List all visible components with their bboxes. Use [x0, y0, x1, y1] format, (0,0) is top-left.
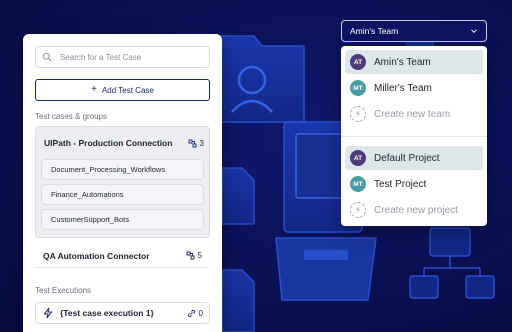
user-folder-icon [213, 35, 305, 123]
group-header[interactable]: UIPath - Production Connection 3 [44, 138, 204, 148]
list-item[interactable]: Document_Processing_Workflows [41, 159, 204, 180]
avatar: AT [350, 54, 366, 70]
search-box[interactable] [35, 46, 210, 68]
menu-divider [341, 136, 487, 137]
menu-item-label: Default Project [374, 152, 440, 164]
hierarchy-icon [409, 227, 495, 299]
bolt-icon [43, 307, 53, 319]
execution-name: {Test case execution 1} [60, 308, 154, 318]
menu-item-label: Amin's Team [374, 56, 431, 68]
menu-item-label: Miller's Team [374, 82, 432, 94]
document-icon [221, 167, 255, 332]
group-count-value: 5 [197, 251, 202, 260]
execution-item[interactable]: {Test case execution 1} 0 [35, 302, 210, 324]
groups-section-label: Test cases & groups [35, 112, 108, 121]
list-item[interactable]: Finance_Automations [41, 184, 204, 205]
menu-item-create-team[interactable]: + Create new team [345, 102, 483, 126]
execution-count-value: 0 [198, 308, 203, 318]
menu-item-create-project[interactable]: + Create new project [345, 198, 483, 222]
menu-item-project-default[interactable]: AT Default Project [345, 146, 483, 170]
menu-item-label: Create new team [374, 108, 451, 120]
test-cases-icon [188, 139, 196, 147]
team-dropdown-menu: AT Amin's Team MT Miller's Team + Create… [341, 46, 487, 226]
search-input[interactable] [60, 52, 209, 62]
avatar: AT [350, 150, 366, 166]
group-name: UIPath - Production Connection [44, 138, 173, 148]
add-test-case-label: Add Test Case [101, 85, 154, 95]
link-icon [187, 309, 195, 317]
team-select[interactable]: Amin's Team [341, 20, 487, 42]
menu-item-label: Test Project [374, 178, 427, 190]
menu-item-project-test[interactable]: MT Test Project [345, 172, 483, 196]
team-select-value: Amin's Team [350, 26, 399, 36]
test-cases-panel: + Add Test Case Test cases & groups UIPa… [23, 34, 222, 332]
menu-item-label: Create new project [374, 204, 458, 216]
list-item[interactable]: CustomerSupport_Bots [41, 209, 204, 230]
group-uipath-production[interactable]: UIPath - Production Connection 3 Documen… [35, 126, 210, 238]
menu-item-team-miller[interactable]: MT Miller's Team [345, 76, 483, 100]
plus-icon: + [350, 202, 366, 218]
plus-icon: + [91, 84, 97, 95]
search-icon [42, 52, 52, 62]
execution-count: 0 [187, 309, 203, 318]
menu-item-team-amin[interactable]: AT Amin's Team [345, 50, 483, 74]
avatar: MT [350, 176, 366, 192]
add-test-case-button[interactable]: + Add Test Case [35, 79, 210, 101]
chevron-down-icon [471, 29, 477, 34]
group-count: 5 [186, 251, 202, 260]
plus-icon: + [350, 106, 366, 122]
group-count-value: 3 [199, 138, 204, 148]
group-qa-automation[interactable]: QA Automation Connector 5 [35, 244, 210, 268]
test-cases-icon [186, 251, 194, 260]
group-name: QA Automation Connector [43, 250, 150, 261]
executions-section-label: Test Executions [35, 286, 92, 295]
avatar: MT [350, 80, 366, 96]
group-count: 3 [188, 139, 204, 148]
